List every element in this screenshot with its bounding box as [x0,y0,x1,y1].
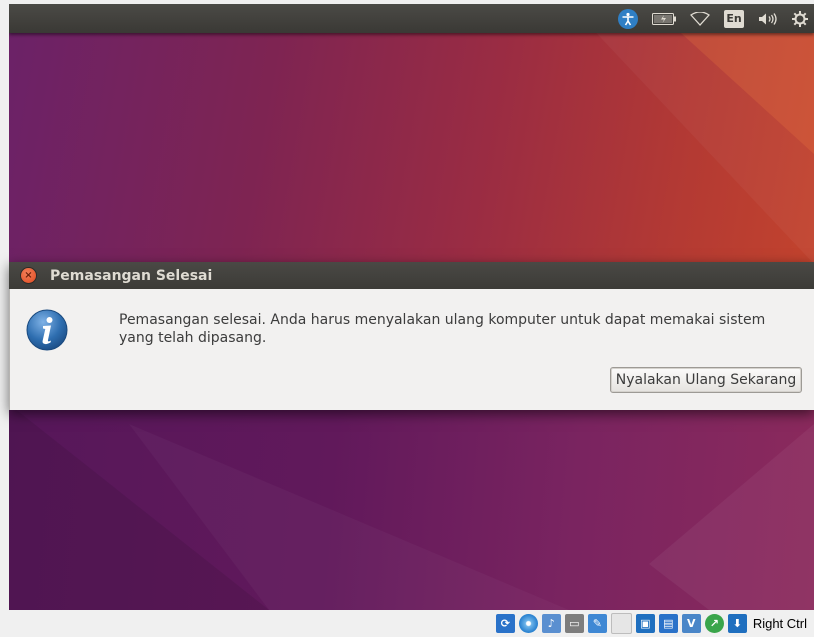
hard-disk-icon[interactable]: ⟳ [495,614,515,633]
display-icon[interactable]: ▣ [635,614,655,633]
close-icon[interactable]: × [21,268,36,283]
cpu-icon[interactable]: V [681,614,701,633]
network-icon[interactable]: ▭ [564,614,584,633]
info-icon [26,309,68,351]
optical-drive-icon[interactable] [518,614,538,633]
volume-icon[interactable] [758,4,778,33]
dialog-message: Pemasangan selesai. Anda harus menyalaka… [119,312,766,346]
battery-icon[interactable] [652,4,676,33]
wallpaper-lower [9,404,814,610]
keyboard-capture-icon[interactable]: ⬇ [727,614,747,633]
keyboard-layout-indicator[interactable]: En [724,9,744,28]
dialog-titlebar: × Pemasangan Selesai [9,262,814,289]
restart-now-button[interactable]: Nyalakan Ulang Sekarang [610,367,802,393]
accessibility-icon[interactable] [618,4,638,33]
dialog-title: Pemasangan Selesai [50,267,213,284]
usb-icon[interactable]: ✎ [587,614,607,633]
virtualbox-status-bar: ⟳ ♪ ▭ ✎ ▣ ▤ V ↗ ⬇ Right Ctrl [0,610,814,637]
dialog-body: Pemasangan selesai. Anda harus menyalaka… [9,289,814,410]
shared-folders-icon[interactable] [610,613,632,634]
video-capture-icon[interactable]: ▤ [658,614,678,633]
audio-icon[interactable]: ♪ [541,614,561,633]
wifi-icon[interactable] [690,4,710,33]
settings-gear-icon[interactable] [792,4,808,33]
mouse-integration-icon[interactable]: ↗ [704,614,724,633]
top-panel: En [9,4,814,33]
install-complete-dialog: × Pemasangan Selesai Pemasangan selesai.… [9,262,814,410]
host-key-label: Right Ctrl [752,616,807,631]
